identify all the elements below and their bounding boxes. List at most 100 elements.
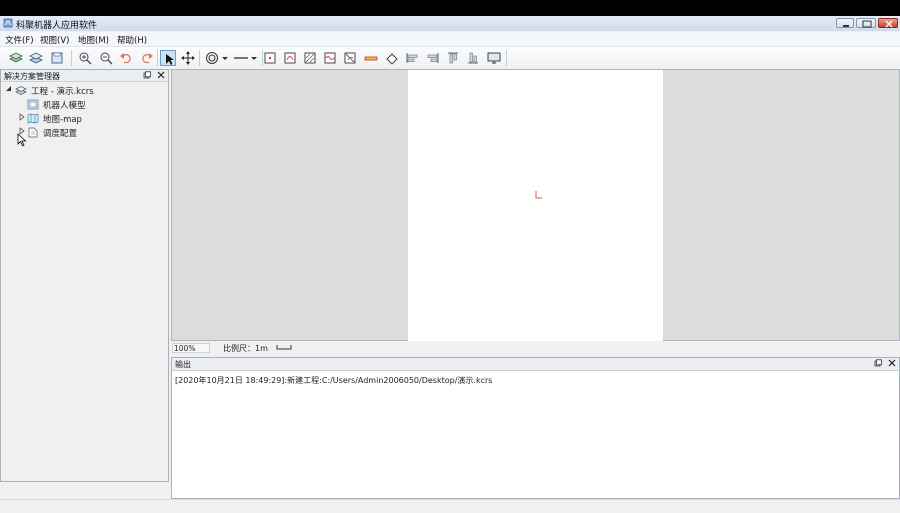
tree-root-project[interactable]: 工程 - 演示.kcrs bbox=[5, 84, 165, 97]
chevron-down-icon bbox=[251, 57, 257, 60]
layers-icon bbox=[29, 52, 43, 64]
align-top-icon bbox=[448, 52, 458, 64]
toolbar bbox=[0, 47, 900, 70]
redo-icon bbox=[142, 53, 153, 64]
line-tool-button[interactable] bbox=[233, 50, 249, 66]
origin-marker-icon bbox=[535, 191, 542, 199]
monitor-icon bbox=[487, 52, 501, 64]
menu-view[interactable]: 视图(V) bbox=[40, 34, 69, 46]
zoom-in-icon bbox=[79, 52, 92, 65]
tree-item-label: 地图-map bbox=[43, 115, 82, 125]
undo-button[interactable] bbox=[118, 50, 134, 66]
map-page-area[interactable] bbox=[408, 70, 663, 341]
cross-rect-icon bbox=[344, 52, 356, 64]
status-bar bbox=[0, 499, 900, 513]
output-header: 输出 bbox=[172, 358, 899, 371]
scale-bar-icon bbox=[276, 345, 292, 350]
float-panel-icon[interactable] bbox=[143, 71, 151, 79]
station-tool-button[interactable] bbox=[204, 50, 220, 66]
eraser-icon bbox=[386, 53, 398, 65]
menu-bar: 文件(F) 视图(V) 地图(M) 帮助(H) bbox=[0, 32, 900, 47]
collapsed-arrow-icon[interactable] bbox=[18, 113, 26, 121]
hatch-area-tool-button[interactable] bbox=[302, 50, 318, 66]
tree-root-label: 工程 - 演示.kcrs bbox=[31, 87, 94, 97]
project-layers-icon bbox=[15, 86, 27, 95]
select-tool-button[interactable] bbox=[160, 50, 176, 66]
zoom-level[interactable]: 100% bbox=[172, 343, 210, 353]
close-icon bbox=[885, 20, 893, 28]
curve-area-tool-button[interactable] bbox=[282, 50, 298, 66]
align-left-icon bbox=[406, 53, 418, 63]
app-window: 科聚机器人应用软件 文件(F) 视图(V) 地图(M) 帮助(H) 解决方案管理… bbox=[0, 16, 900, 513]
align-right-button[interactable] bbox=[425, 50, 441, 66]
layers-add-icon bbox=[9, 52, 23, 63]
maximize-button[interactable] bbox=[856, 18, 876, 28]
save-button[interactable] bbox=[49, 50, 65, 66]
align-left-button[interactable] bbox=[404, 50, 420, 66]
point-area-tool-button[interactable] bbox=[262, 50, 278, 66]
zoom-out-button[interactable] bbox=[98, 50, 114, 66]
app-icon bbox=[3, 18, 13, 28]
map-icon bbox=[27, 113, 39, 124]
mouse-cursor-icon bbox=[17, 133, 27, 147]
wave-rect-icon bbox=[324, 52, 336, 64]
explorer-title: 解决方案管理器 bbox=[4, 72, 60, 81]
title-bar[interactable]: 科聚机器人应用软件 bbox=[0, 16, 900, 31]
tree-item-label: 机器人模型 bbox=[43, 101, 86, 111]
explorer-header: 解决方案管理器 bbox=[1, 70, 168, 82]
wave-area-tool-button[interactable] bbox=[322, 50, 338, 66]
menu-help[interactable]: 帮助(H) bbox=[117, 34, 147, 46]
close-panel-icon[interactable] bbox=[888, 359, 896, 367]
open-project-button[interactable] bbox=[28, 50, 44, 66]
zoom-in-button[interactable] bbox=[77, 50, 93, 66]
scale-label: 比例尺：1m bbox=[223, 344, 268, 353]
hatch-rect-icon bbox=[304, 52, 316, 64]
align-bottom-icon bbox=[468, 52, 478, 64]
rect-point-icon bbox=[264, 52, 276, 64]
align-top-button[interactable] bbox=[445, 50, 461, 66]
solution-explorer-panel: 解决方案管理器 工程 - 演示.kcrs 机器人模型 地图-map 调度配置 bbox=[0, 69, 169, 482]
restore-icon bbox=[862, 20, 872, 28]
align-right-icon bbox=[427, 53, 439, 63]
tree-item-dispatch-config[interactable]: 调度配置 bbox=[18, 126, 165, 139]
bar-tool-button[interactable] bbox=[363, 50, 379, 66]
undo-icon bbox=[120, 53, 131, 64]
minimize-icon bbox=[843, 25, 849, 27]
close-panel-icon[interactable] bbox=[157, 71, 165, 79]
close-button[interactable] bbox=[878, 18, 898, 28]
save-icon bbox=[51, 52, 63, 64]
line-style-icon bbox=[234, 57, 248, 59]
redo-button[interactable] bbox=[139, 50, 155, 66]
eraser-tool-button[interactable] bbox=[384, 50, 400, 66]
tree-item-robot-model[interactable]: 机器人模型 bbox=[27, 98, 165, 111]
zoom-out-icon bbox=[100, 52, 113, 65]
new-project-button[interactable] bbox=[8, 50, 24, 66]
move-icon bbox=[181, 51, 195, 65]
station-dropdown[interactable] bbox=[220, 50, 230, 66]
minimize-button[interactable] bbox=[836, 18, 854, 28]
align-bottom-button[interactable] bbox=[465, 50, 481, 66]
line-dropdown[interactable] bbox=[249, 50, 259, 66]
map-status-line: 100% 比例尺：1m bbox=[171, 341, 900, 356]
monitor-button[interactable] bbox=[486, 50, 502, 66]
tree-item-label: 调度配置 bbox=[43, 129, 78, 139]
robot-model-icon bbox=[27, 99, 39, 110]
output-title: 输出 bbox=[175, 360, 191, 369]
rect-curve-icon bbox=[284, 52, 296, 64]
output-log-line: [2020年10月21日 18:49:29]:新建工程:C:/Users/Adm… bbox=[175, 376, 493, 385]
document-icon bbox=[28, 127, 38, 138]
float-panel-icon[interactable] bbox=[874, 359, 882, 367]
expanded-arrow-icon[interactable] bbox=[5, 85, 13, 93]
select-pointer-icon bbox=[166, 54, 174, 65]
bar-icon bbox=[364, 56, 378, 61]
circle-target-icon bbox=[206, 52, 218, 64]
window-title: 科聚机器人应用软件 bbox=[16, 21, 98, 31]
output-panel: 输出 [2020年10月21日 18:49:29]:新建工程:C:/Users/… bbox=[171, 357, 900, 499]
move-tool-button[interactable] bbox=[180, 50, 196, 66]
chevron-down-icon bbox=[222, 57, 228, 60]
tree-item-map[interactable]: 地图-map bbox=[18, 112, 165, 125]
menu-map[interactable]: 地图(M) bbox=[78, 34, 109, 46]
map-canvas[interactable] bbox=[171, 69, 900, 341]
menu-file[interactable]: 文件(F) bbox=[5, 34, 34, 46]
cross-area-tool-button[interactable] bbox=[342, 50, 358, 66]
